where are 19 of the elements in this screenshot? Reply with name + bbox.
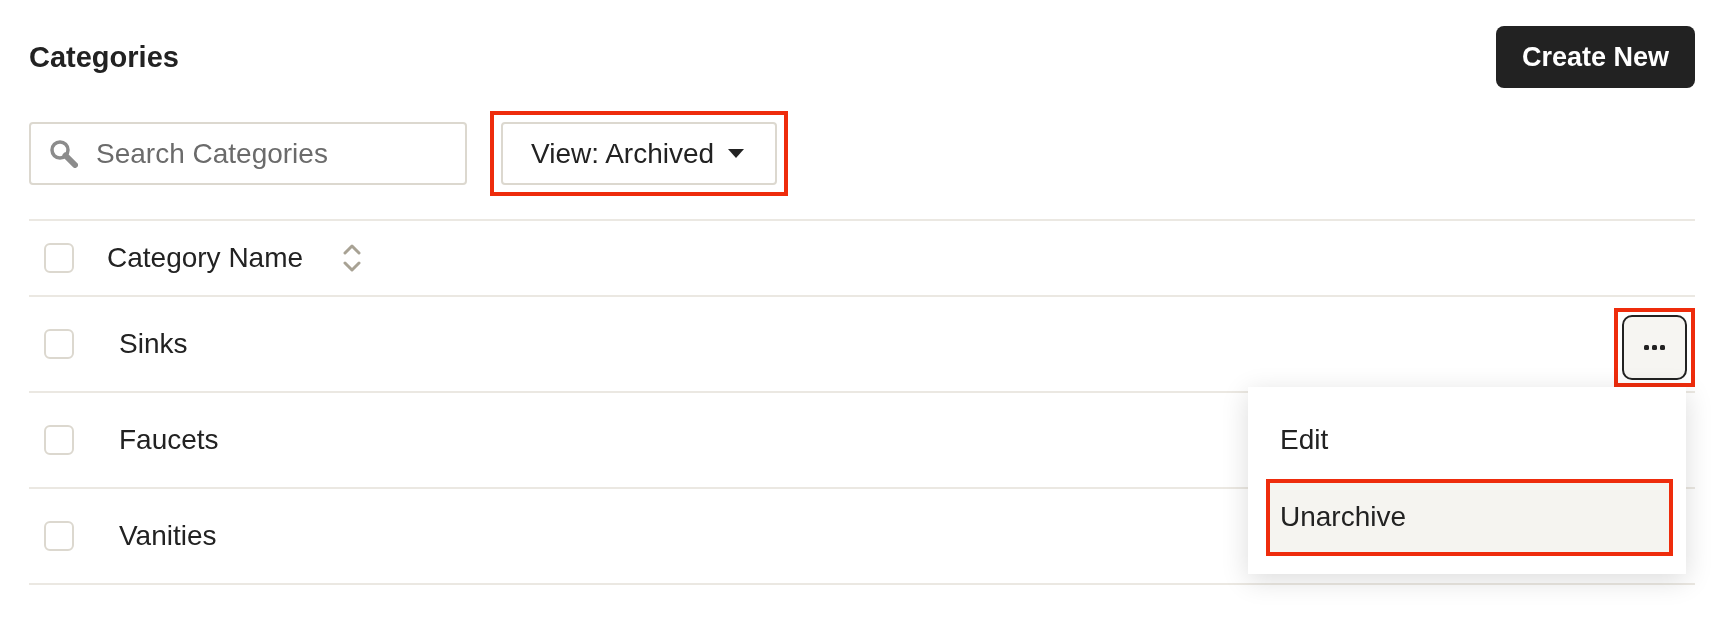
category-name: Sinks: [119, 328, 188, 360]
menu-item[interactable]: Unarchive: [1266, 478, 1673, 556]
more-icon: [1644, 344, 1665, 350]
sort-icon[interactable]: [343, 243, 362, 273]
search-field[interactable]: Search Categories: [29, 122, 467, 185]
search-icon: [49, 139, 78, 168]
checkbox[interactable]: [44, 329, 74, 359]
menu-item[interactable]: Edit: [1266, 401, 1673, 479]
column-header[interactable]: Category Name: [107, 242, 304, 274]
create-new-button[interactable]: Create New: [1495, 26, 1695, 88]
page-title: Categories: [29, 39, 179, 75]
checkbox[interactable]: [44, 243, 74, 273]
caret-icon: [728, 149, 745, 158]
category-name: Faucets: [119, 424, 219, 456]
category-name: Vanities: [119, 520, 217, 552]
view-filter-dropdown[interactable]: View: Archived: [501, 122, 778, 185]
checkbox[interactable]: [44, 521, 74, 551]
checkbox[interactable]: [44, 425, 74, 455]
more-options-button[interactable]: [1622, 314, 1687, 380]
